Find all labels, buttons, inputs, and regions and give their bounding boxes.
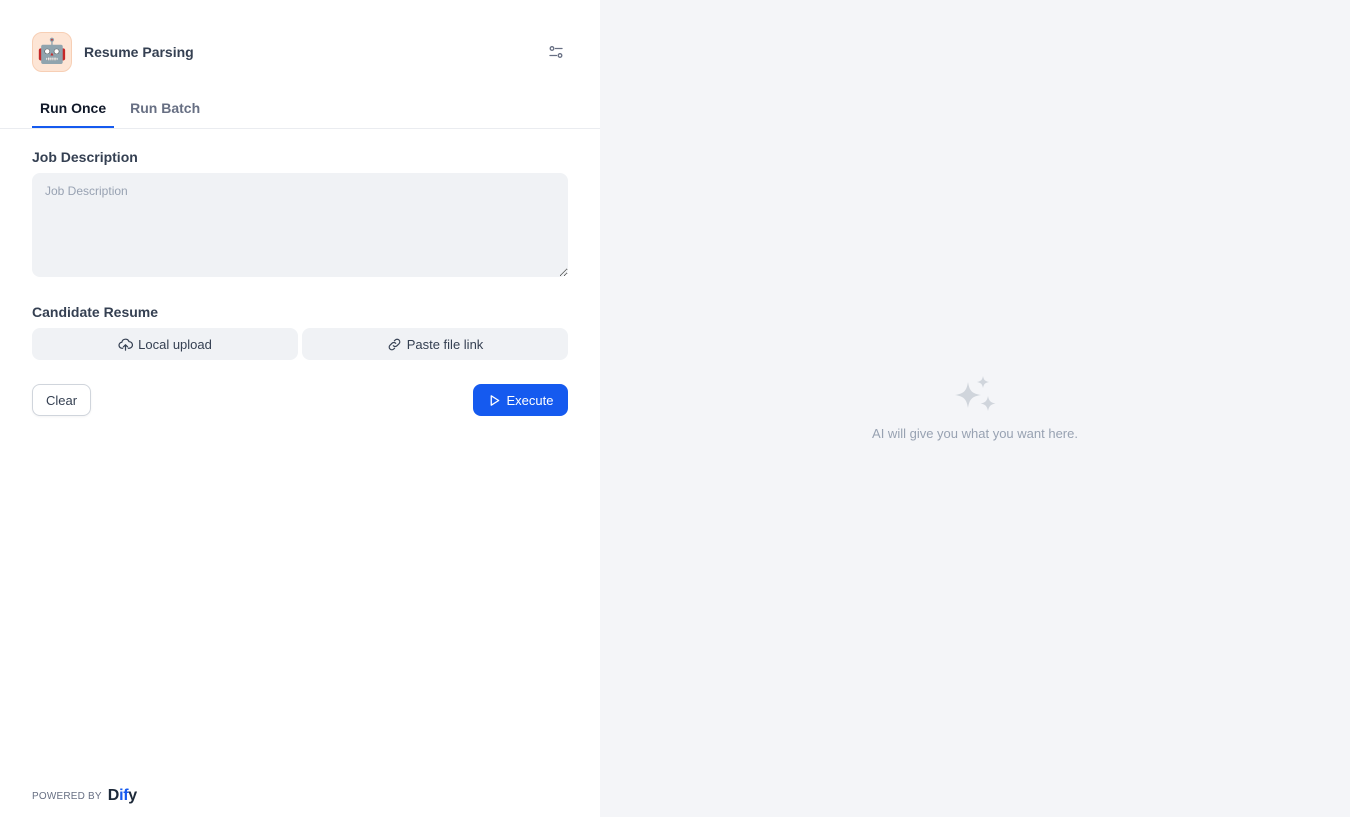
settings-button[interactable] — [544, 40, 568, 64]
local-upload-label: Local upload — [138, 336, 212, 352]
app-header: 🤖 Resume Parsing — [32, 32, 568, 72]
resume-upload-options: Local upload Paste file link — [32, 328, 568, 360]
local-upload-button[interactable]: Local upload — [32, 328, 298, 360]
robot-icon: 🤖 — [32, 32, 72, 72]
result-panel: AI will give you what you want here. — [600, 0, 1350, 817]
dify-logo-if: if — [119, 787, 129, 804]
link-icon — [388, 338, 401, 350]
dify-logo-y: y — [128, 787, 137, 804]
powered-by-text: POWERED BY — [32, 790, 102, 802]
dify-logo-d: D — [107, 787, 120, 804]
tab-run-once[interactable]: Run Once — [32, 92, 115, 128]
clear-button[interactable]: Clear — [32, 384, 91, 416]
app-title: Resume Parsing — [84, 44, 194, 60]
footer: POWERED BY Dify — [32, 786, 137, 806]
job-description-input[interactable] — [32, 173, 568, 277]
sliders-icon — [549, 46, 563, 58]
job-description-label: Job Description — [32, 149, 138, 165]
play-icon — [490, 394, 499, 406]
result-empty-state: AI will give you what you want here. — [600, 374, 1350, 441]
tabs-divider — [0, 128, 600, 129]
execute-label: Execute — [506, 392, 554, 408]
tab-run-batch[interactable]: Run Batch — [122, 92, 208, 128]
dify-logo[interactable]: Dify — [108, 787, 137, 805]
cloud-upload-icon — [118, 338, 134, 351]
sparkles-icon — [955, 376, 996, 411]
candidate-resume-label: Candidate Resume — [32, 304, 159, 320]
left-panel: 🤖 Resume Parsing Run Once Run Batch Job … — [0, 0, 600, 817]
paste-file-link-label: Paste file link — [406, 336, 484, 352]
execute-button[interactable]: Execute — [473, 384, 568, 416]
result-empty-text: AI will give you what you want here. — [872, 426, 1078, 441]
paste-file-link-button[interactable]: Paste file link — [302, 328, 568, 360]
tab-bar: Run Once Run Batch — [32, 92, 216, 128]
